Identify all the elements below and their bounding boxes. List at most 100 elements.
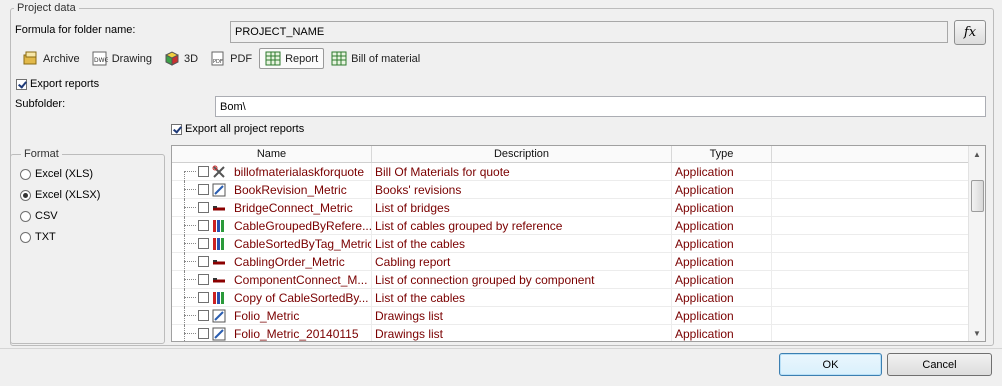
- table-row[interactable]: ComponentConnect_M... List of connection…: [172, 271, 969, 289]
- drawing-pencil-icon: [212, 183, 226, 197]
- drawing-pencil-icon: [212, 327, 226, 341]
- tree-connector: [184, 243, 196, 244]
- table-scrollbar[interactable]: ▲ ▼: [968, 146, 985, 341]
- tools-icon: [212, 165, 225, 178]
- tree-line: [184, 217, 185, 235]
- fx-icon: fx: [963, 25, 977, 40]
- row-checkbox[interactable]: [198, 292, 209, 303]
- table-header: Name Description Type: [172, 146, 969, 163]
- format-title: Format: [21, 148, 62, 160]
- table-row[interactable]: Folio_Metric_20140115 Drawings list Appl…: [172, 325, 969, 341]
- formula-field[interactable]: PROJECT_NAME: [230, 21, 948, 43]
- table-row[interactable]: BookRevision_Metric Books' revisions App…: [172, 181, 969, 199]
- reports-table[interactable]: Name Description Type billofmaterialaskf…: [171, 145, 986, 342]
- table-row[interactable]: CableGroupedByRefere... List of cables g…: [172, 217, 969, 235]
- format-group: [10, 154, 165, 344]
- row-name: BookRevision_Metric: [234, 183, 347, 197]
- format-label-csv: CSV: [35, 210, 58, 222]
- formula-editor-button[interactable]: fx: [954, 20, 986, 45]
- type-cell: Application: [672, 271, 772, 289]
- format-radio-xlsx[interactable]: [20, 190, 31, 201]
- row-checkbox[interactable]: [198, 220, 209, 231]
- tree-line: [184, 172, 185, 181]
- description-cell: List of connection grouped by component: [372, 271, 672, 289]
- description-cell: List of bridges: [372, 199, 672, 217]
- subfolder-value: Bom\: [220, 100, 246, 113]
- format-label-xlsx: Excel (XLSX): [35, 189, 101, 201]
- tab-pdf[interactable]: PDF PDF: [205, 48, 257, 69]
- cable-icon: [213, 260, 225, 265]
- name-cell: CableSortedByTag_Metric: [172, 235, 372, 253]
- row-name: Copy of CableSortedBy...: [234, 291, 369, 305]
- tree-line: [184, 289, 185, 307]
- tree-connector: [184, 333, 196, 334]
- format-radio-csv[interactable]: [20, 211, 31, 222]
- tab-bill-of-material[interactable]: Bill of material: [326, 48, 425, 69]
- row-name: Folio_Metric: [234, 309, 300, 323]
- subfolder-input[interactable]: Bom\: [215, 96, 986, 117]
- tab-drawing[interactable]: DWG Drawing: [87, 48, 157, 69]
- row-name: billofmaterialaskforquote: [234, 165, 365, 179]
- export-reports-label: Export reports: [30, 78, 100, 90]
- tab-3d[interactable]: 3D: [159, 48, 203, 69]
- scroll-up-icon[interactable]: ▲: [969, 146, 985, 162]
- description-cell: Cabling report: [372, 253, 672, 271]
- export-all-label: Export all project reports: [185, 123, 305, 135]
- tree-connector: [184, 279, 196, 280]
- drawing-pencil-icon: [212, 309, 226, 323]
- export-all-checkbox[interactable]: [171, 124, 182, 135]
- column-header-type[interactable]: Type: [672, 146, 772, 162]
- export-reports-checkbox[interactable]: [16, 79, 27, 90]
- description-cell: Books' revisions: [372, 181, 672, 199]
- column-header-description[interactable]: Description: [372, 146, 672, 162]
- format-radio-txt[interactable]: [20, 232, 31, 243]
- name-cell: ComponentConnect_M...: [172, 271, 372, 289]
- tab-archive[interactable]: Archive: [18, 48, 85, 69]
- tab-bill-of-material-label: Bill of material: [351, 52, 421, 65]
- tree-connector: [184, 261, 196, 262]
- ok-button[interactable]: OK: [779, 353, 882, 376]
- tab-report[interactable]: Report: [259, 48, 325, 69]
- column-header-filler: [772, 146, 969, 162]
- dwg-icon: DWG: [92, 51, 109, 66]
- scroll-thumb[interactable]: [971, 180, 984, 212]
- row-checkbox[interactable]: [198, 256, 209, 267]
- name-cell: Folio_Metric_20140115: [172, 325, 372, 341]
- table-row[interactable]: CableSortedByTag_Metric List of the cabl…: [172, 235, 969, 253]
- scroll-down-icon[interactable]: ▼: [969, 325, 985, 341]
- tab-drawing-label: Drawing: [111, 52, 153, 65]
- type-cell: Application: [672, 307, 772, 325]
- name-cell: BridgeConnect_Metric: [172, 199, 372, 217]
- type-cell: Application: [672, 181, 772, 199]
- footer-separator: [0, 348, 1002, 349]
- row-checkbox[interactable]: [198, 166, 209, 177]
- format-radio-xls[interactable]: [20, 169, 31, 180]
- type-cell: Application: [672, 253, 772, 271]
- tree-connector: [184, 297, 196, 298]
- cancel-button[interactable]: Cancel: [887, 353, 992, 376]
- row-checkbox[interactable]: [198, 238, 209, 249]
- table-row[interactable]: BridgeConnect_Metric List of bridges App…: [172, 199, 969, 217]
- row-checkbox[interactable]: [198, 310, 209, 321]
- column-header-name[interactable]: Name: [172, 146, 372, 162]
- table-row[interactable]: billofmaterialaskforquote Bill Of Materi…: [172, 163, 969, 181]
- row-checkbox[interactable]: [198, 328, 209, 339]
- cable-list-icon: [213, 220, 224, 232]
- tree-line: [184, 199, 185, 217]
- name-cell: billofmaterialaskforquote: [172, 163, 372, 181]
- table-row[interactable]: CablingOrder_Metric Cabling report Appli…: [172, 253, 969, 271]
- type-cell: Application: [672, 163, 772, 181]
- formula-value: PROJECT_NAME: [235, 26, 325, 38]
- row-checkbox[interactable]: [198, 274, 209, 285]
- row-checkbox[interactable]: [198, 202, 209, 213]
- row-checkbox[interactable]: [198, 184, 209, 195]
- row-name: CableGroupedByRefere...: [234, 219, 372, 233]
- tree-connector: [184, 171, 196, 172]
- name-cell: Copy of CableSortedBy...: [172, 289, 372, 307]
- tree-connector: [184, 315, 196, 316]
- tab-3d-label: 3D: [184, 52, 199, 65]
- table-row[interactable]: Folio_Metric Drawings list Application: [172, 307, 969, 325]
- description-cell: Bill Of Materials for quote: [372, 163, 672, 181]
- cable-icon: [213, 206, 225, 211]
- table-row[interactable]: Copy of CableSortedBy... List of the cab…: [172, 289, 969, 307]
